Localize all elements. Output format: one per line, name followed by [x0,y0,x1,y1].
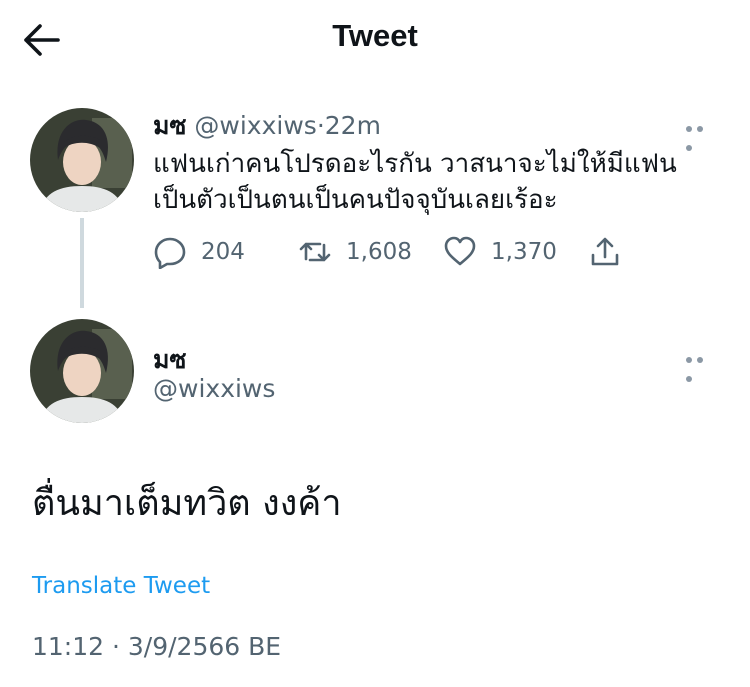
page-title: Tweet [332,18,418,53]
reply-icon [154,237,186,269]
avatar[interactable] [30,319,134,423]
profile-photo [30,108,134,212]
tweet-time[interactable]: 22m [325,111,381,140]
translate-tweet-link[interactable]: Translate Tweet [32,573,210,599]
share-icon [591,237,619,266]
retweet-count: 1,608 [346,239,412,265]
more-options-icon[interactable] [686,117,718,151]
thread-connector [80,218,84,308]
top-bar: Tweet [0,0,750,80]
tweet-actions: 204 1,608 1,370 [153,234,633,270]
user-handle[interactable]: @wixxiws [153,374,275,403]
share-button[interactable] [588,234,622,270]
avatar[interactable] [30,108,134,212]
heart-icon [444,236,476,266]
like-count: 1,370 [491,239,557,265]
tweet-text: แฟนเก่าคนโปรดอะไรกัน วาสนาจะไม่ให้มีแฟน … [153,146,723,218]
retweet-button[interactable]: 1,608 [298,234,412,270]
tweet-text: ตื่นมาเต็มทวิต งงค้า [32,483,342,524]
profile-photo [30,319,134,423]
display-name[interactable]: มซ [153,111,186,140]
like-button[interactable]: 1,370 [443,234,557,270]
separator-dot: · [316,111,325,140]
retweet-icon [299,242,331,262]
user-handle[interactable]: @wixxiws [194,111,316,140]
tweet-text-line: แฟนเก่าคนโปรดอะไรกัน วาสนาจะไม่ให้มีแฟน [153,149,677,179]
reply-count: 204 [201,239,245,265]
reply-button[interactable]: 204 [153,234,245,270]
tweet-text-line: เป็นตัวเป็นตนเป็นคนปัจจุบันเลยเร้อะ [153,185,558,215]
tweet-timestamp[interactable]: 11:12 · 3/9/2566 BE [32,632,281,661]
more-options-icon[interactable] [686,348,718,382]
tweet-header: มซ @wixxiws·22m [153,106,381,146]
